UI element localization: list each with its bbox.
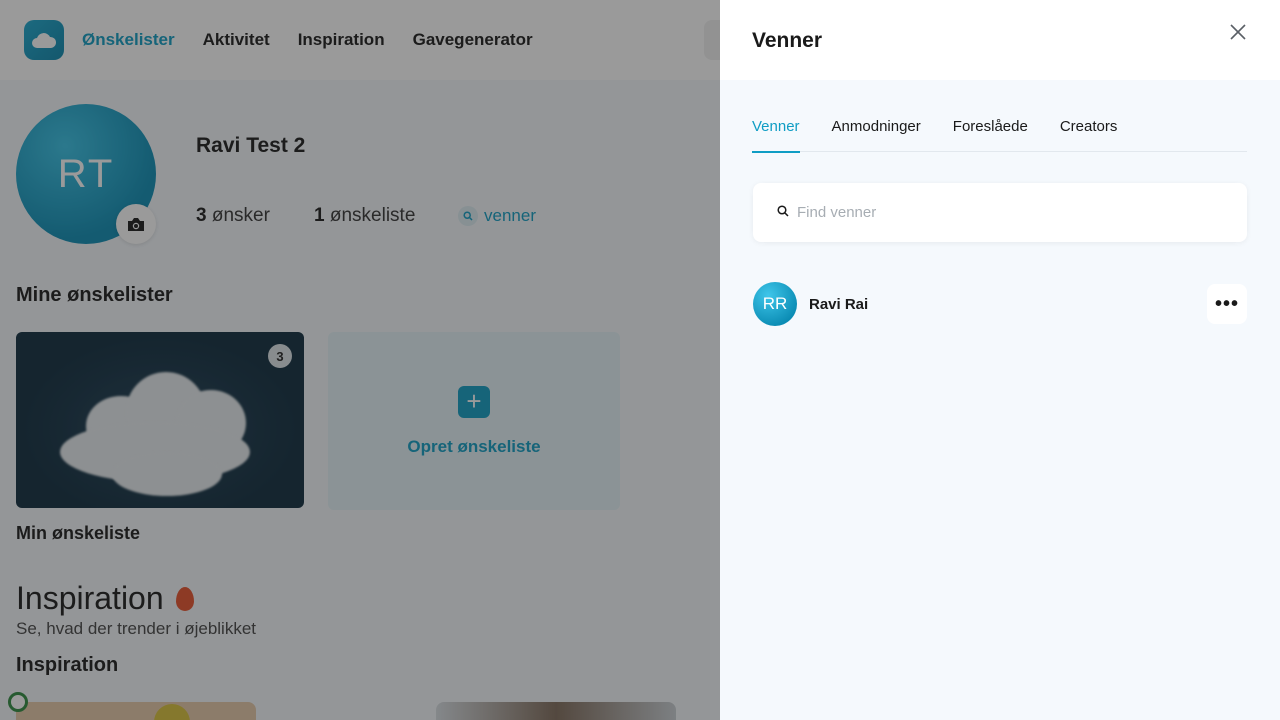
friend-list-item[interactable]: RR Ravi Rai ••• — [753, 282, 1247, 326]
more-icon[interactable]: ••• — [1207, 284, 1247, 324]
friends-tabs: Venner Anmodninger Foreslåede Creators — [752, 118, 1247, 153]
friend-avatar[interactable]: RR — [753, 282, 797, 326]
tab-creators[interactable]: Creators — [1060, 118, 1118, 152]
search-icon — [777, 204, 789, 222]
friend-initials: RR — [762, 294, 788, 313]
friends-drawer: Venner Venner Anmodninger Foreslåede Cre… — [720, 0, 1280, 720]
drawer-title: Venner — [752, 29, 823, 52]
drawer-header: Venner — [720, 0, 1280, 80]
tab-friends[interactable]: Venner — [752, 118, 800, 153]
close-icon[interactable] — [1226, 20, 1250, 44]
friend-search-box — [753, 183, 1247, 242]
friend-search-input[interactable] — [797, 204, 1217, 221]
more-button-label: ••• — [1214, 292, 1239, 315]
tab-requests[interactable]: Anmodninger — [832, 118, 921, 152]
friend-name[interactable]: Ravi Rai — [809, 296, 868, 313]
tab-suggested[interactable]: Foreslåede — [953, 118, 1028, 152]
